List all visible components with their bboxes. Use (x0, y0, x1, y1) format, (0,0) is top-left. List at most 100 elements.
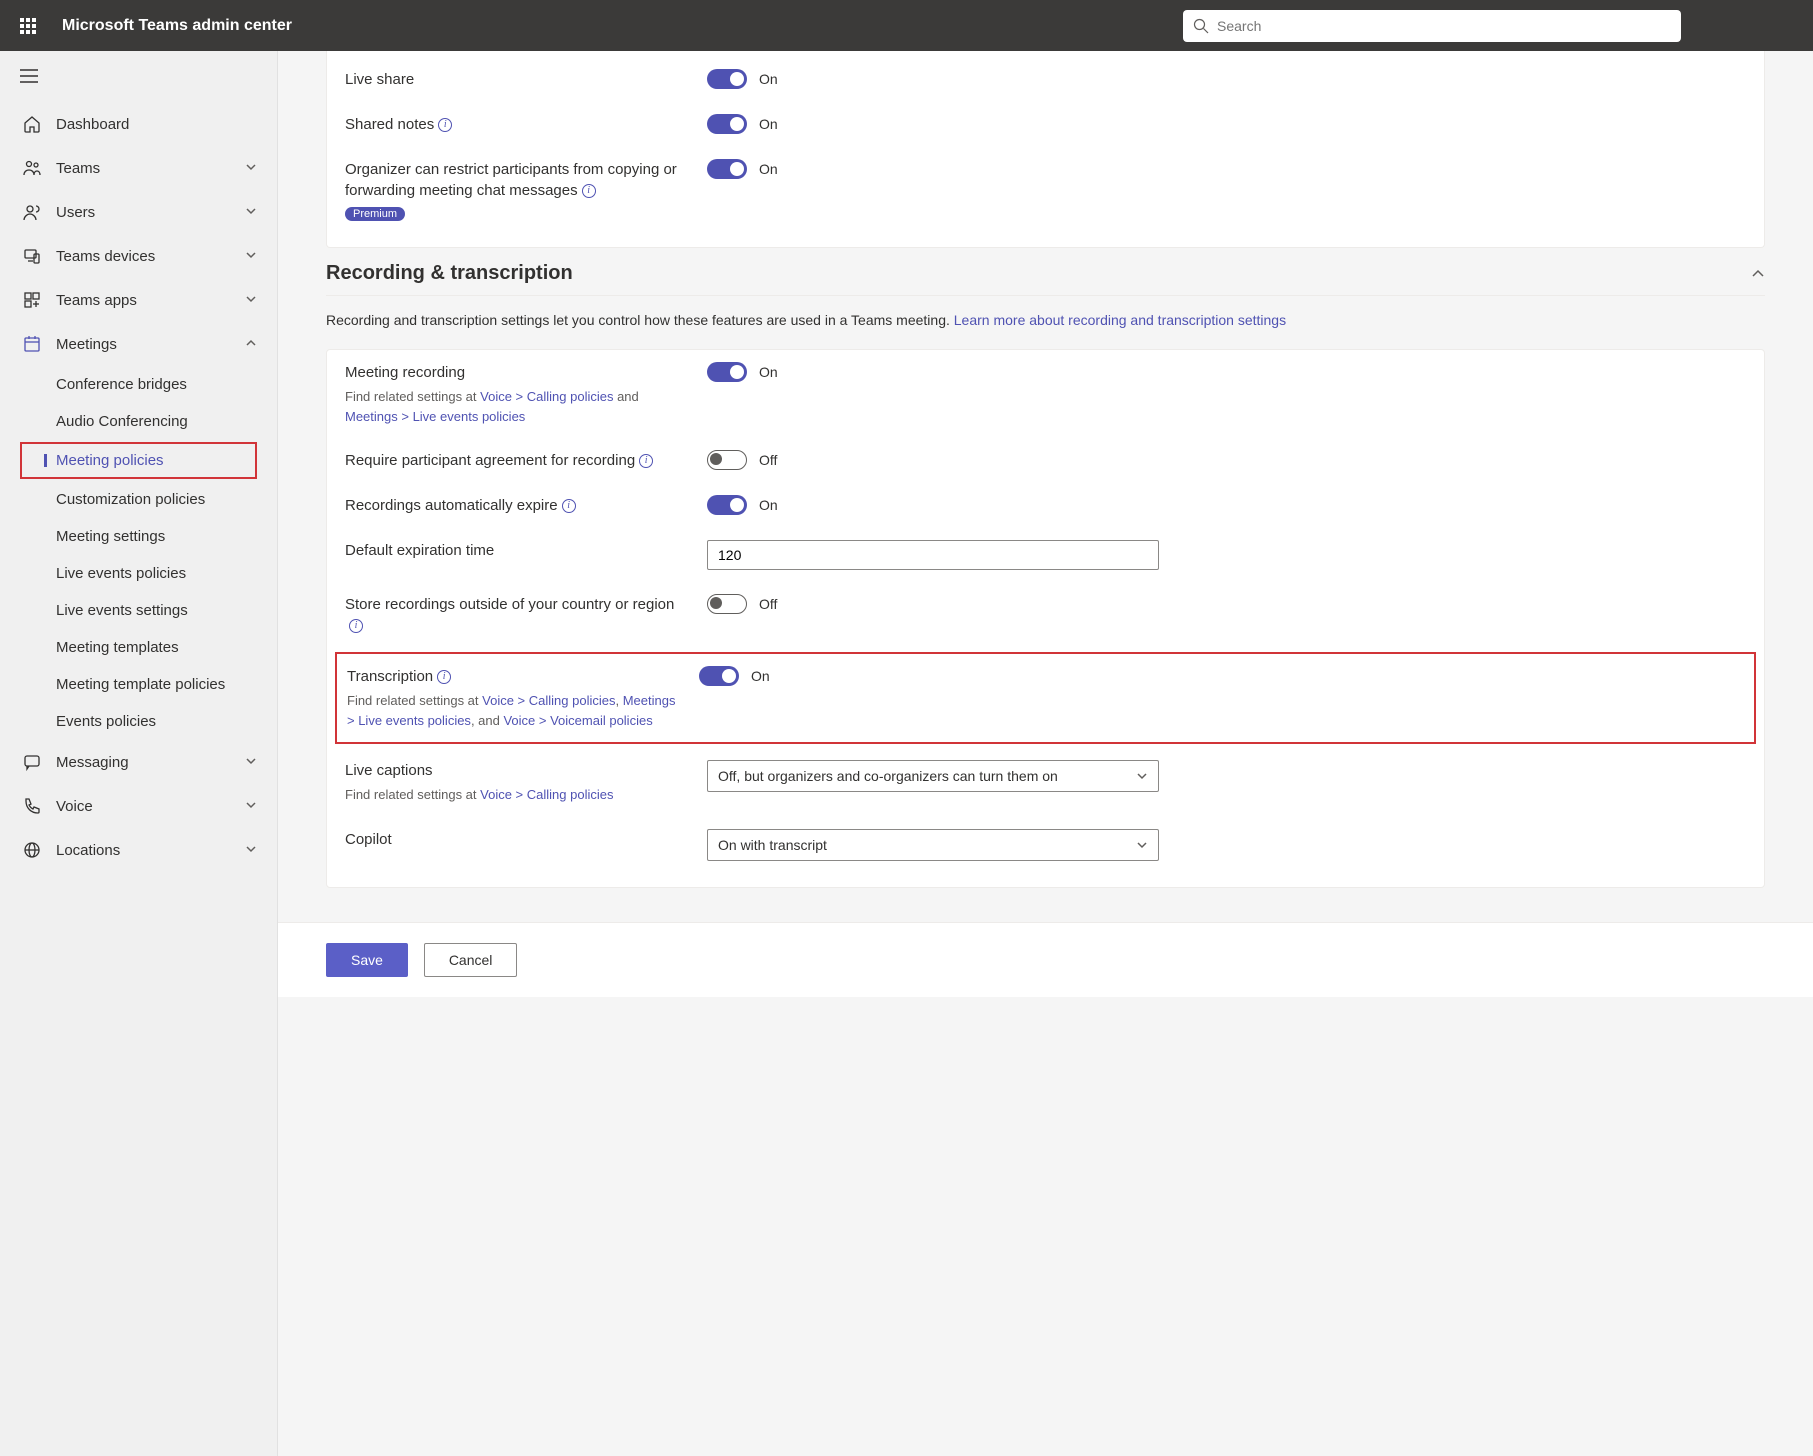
link-calling-policies[interactable]: Voice > Calling policies (482, 693, 615, 708)
toggle-store-outside[interactable] (707, 594, 747, 614)
sidebar-subitem-live-events-settings[interactable]: Live events settings (0, 592, 277, 629)
learn-more-link[interactable]: Learn more about recording and transcrip… (954, 312, 1286, 328)
section-description: Recording and transcription settings let… (326, 310, 1765, 331)
setting-require-agreement: Require participant agreement for record… (345, 438, 1746, 483)
setting-label: Shared notesi (345, 114, 691, 135)
setting-label: Live captions (345, 760, 691, 781)
sidebar-subitem-live-events-policies[interactable]: Live events policies (0, 555, 277, 592)
chevron-down-icon (245, 754, 257, 771)
setting-auto-expire: Recordings automatically expirei On (345, 483, 1746, 528)
link-calling-policies[interactable]: Voice > Calling policies (480, 389, 613, 404)
chevron-up-icon (1751, 267, 1765, 281)
toggle[interactable] (707, 159, 747, 179)
toggle-auto-expire[interactable] (707, 495, 747, 515)
sidebar-item-label: Messaging (56, 754, 129, 771)
sidebar-subitem-conference-bridges[interactable]: Conference bridges (0, 366, 277, 403)
setting-live-share: Live shareOn (345, 57, 1746, 102)
sidebar-item-teams-apps[interactable]: Teams apps (0, 278, 277, 322)
sidebar-subitem-customization-policies[interactable]: Customization policies (0, 481, 277, 518)
section-header-recording[interactable]: Recording & transcription (326, 248, 1765, 296)
toggle-transcription[interactable] (699, 666, 739, 686)
home-icon (22, 114, 42, 134)
toggle-value: On (751, 668, 770, 684)
hamburger-icon (20, 69, 38, 83)
link-calling-policies[interactable]: Voice > Calling policies (480, 787, 613, 802)
chevron-down-icon (245, 248, 257, 265)
setting-sublabel: Find related settings at Voice > Calling… (347, 691, 683, 730)
sidebar-subitem-events-policies[interactable]: Events policies (0, 703, 277, 740)
cancel-button[interactable]: Cancel (424, 943, 518, 977)
setting-label: Live share (345, 69, 691, 90)
setting-label: Transcriptioni (347, 666, 683, 687)
app-header: Microsoft Teams admin center (0, 0, 1813, 51)
waffle-icon (20, 18, 36, 34)
apps-icon (22, 290, 42, 310)
default-expiration-input[interactable] (707, 540, 1159, 570)
users-icon (22, 202, 42, 222)
link-voicemail-policies[interactable]: Voice > Voicemail policies (503, 713, 652, 728)
sidebar-item-meetings[interactable]: Meetings (0, 322, 277, 366)
main-content: Live shareOnShared notesiOnOrganizer can… (278, 51, 1813, 1456)
setting-label: Store recordings outside of your country… (345, 594, 691, 636)
search-input[interactable] (1217, 18, 1671, 34)
setting-default-expiration: Default expiration time (345, 528, 1746, 582)
sidebar-item-dashboard[interactable]: Dashboard (0, 102, 277, 146)
chevron-down-icon (245, 292, 257, 309)
setting-label: Recordings automatically expirei (345, 495, 691, 516)
toggle-value: On (759, 497, 778, 513)
setting-transcription-highlighted: Transcriptioni Find related settings at … (335, 652, 1756, 744)
search-box[interactable] (1183, 10, 1681, 42)
sidebar-item-label: Teams apps (56, 292, 137, 309)
sidebar-item-label: Teams (56, 160, 100, 177)
sidebar-item-teams[interactable]: Teams (0, 146, 277, 190)
chevron-down-icon (245, 798, 257, 815)
live-captions-select[interactable]: Off, but organizers and co-organizers ca… (707, 760, 1159, 792)
sidebar-subitem-meeting-policies[interactable]: Meeting policies (22, 444, 255, 477)
info-icon[interactable]: i (639, 454, 653, 468)
toggle-value: Off (759, 596, 777, 612)
setting-meeting-recording: Meeting recording Find related settings … (345, 350, 1746, 438)
sidebar-subitem-audio-conferencing[interactable]: Audio Conferencing (0, 403, 277, 440)
info-icon[interactable]: i (438, 118, 452, 132)
setting-label: Require participant agreement for record… (345, 450, 691, 471)
link-live-events-policies[interactable]: Meetings > Live events policies (345, 409, 525, 424)
info-icon[interactable]: i (349, 619, 363, 633)
phone-icon (22, 796, 42, 816)
sidebar-item-voice[interactable]: Voice (0, 784, 277, 828)
calendar-icon (22, 334, 42, 354)
toggle-require-agreement[interactable] (707, 450, 747, 470)
app-launcher-button[interactable] (12, 10, 44, 42)
sidebar-item-users[interactable]: Users (0, 190, 277, 234)
save-button[interactable]: Save (326, 943, 408, 977)
app-title: Microsoft Teams admin center (62, 17, 292, 35)
setting-label: Copilot (345, 829, 691, 850)
info-icon[interactable]: i (582, 184, 596, 198)
sidebar-subitem-meeting-settings[interactable]: Meeting settings (0, 518, 277, 555)
sidebar-subitem-meeting-templates[interactable]: Meeting templates (0, 629, 277, 666)
info-icon[interactable]: i (562, 499, 576, 513)
sidebar-item-locations[interactable]: Locations (0, 828, 277, 872)
section-desc-text: Recording and transcription settings let… (326, 312, 954, 328)
toggle[interactable] (707, 69, 747, 89)
copilot-select[interactable]: On with transcript (707, 829, 1159, 861)
setting-shared-notes: Shared notesiOn (345, 102, 1746, 147)
sidebar-item-messaging[interactable]: Messaging (0, 740, 277, 784)
sidebar-item-label: Teams devices (56, 248, 155, 265)
chevron-down-icon (1136, 770, 1148, 782)
setting-copilot: Copilot On with transcript (345, 817, 1746, 873)
sidebar-toggle-button[interactable] (0, 61, 277, 102)
toggle[interactable] (707, 114, 747, 134)
chevron-down-icon (245, 160, 257, 177)
sidebar-subitem-meeting-template-policies[interactable]: Meeting template policies (0, 666, 277, 703)
chevron-down-icon (1136, 839, 1148, 851)
toggle-meeting-recording[interactable] (707, 362, 747, 382)
toggle-value: On (759, 364, 778, 380)
setting-organizer-can: Organizer can restrict participants from… (345, 147, 1746, 233)
sidebar-item-label: Locations (56, 842, 120, 859)
sidebar-item-teams-devices[interactable]: Teams devices (0, 234, 277, 278)
info-icon[interactable]: i (437, 670, 451, 684)
setting-transcription: Transcriptioni Find related settings at … (347, 662, 1744, 734)
toggle-value: Off (759, 452, 777, 468)
setting-live-captions: Live captions Find related settings at V… (345, 748, 1746, 817)
chat-icon (22, 752, 42, 772)
